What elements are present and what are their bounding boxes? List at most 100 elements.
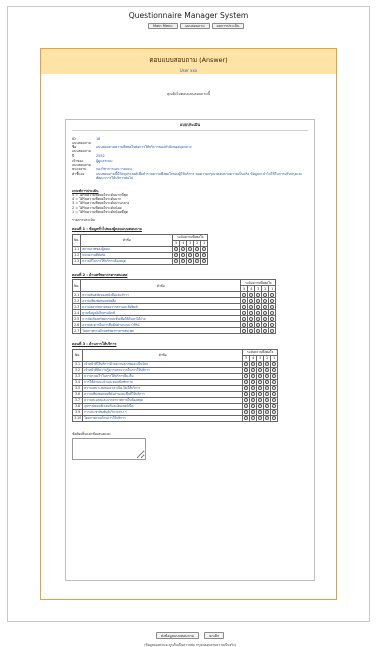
rating-radio[interactable]	[251, 362, 256, 367]
rating-radio[interactable]	[265, 392, 270, 397]
rating-radio[interactable]	[195, 253, 200, 258]
rating-radio[interactable]	[258, 416, 263, 421]
rating-radio[interactable]	[256, 292, 261, 297]
rating-radio[interactable]	[242, 328, 247, 333]
rating-radio[interactable]	[242, 310, 247, 315]
rating-radio[interactable]	[258, 398, 263, 403]
rating-radio[interactable]	[258, 368, 263, 373]
rating-radio[interactable]	[270, 328, 275, 333]
rating-radio[interactable]	[202, 259, 207, 264]
rating-radio[interactable]	[272, 404, 277, 409]
rating-radio[interactable]	[272, 374, 277, 379]
rating-radio[interactable]	[188, 259, 193, 264]
comment-textarea[interactable]	[72, 438, 146, 461]
rating-radio[interactable]	[272, 362, 277, 367]
rating-radio[interactable]	[251, 416, 256, 421]
rating-radio[interactable]	[202, 247, 207, 252]
rating-radio[interactable]	[272, 386, 277, 391]
nav-results-button[interactable]: ผลการประเมิน	[211, 23, 245, 29]
rating-radio[interactable]	[265, 386, 270, 391]
rating-radio[interactable]	[202, 253, 207, 258]
rating-radio[interactable]	[244, 410, 249, 415]
rating-radio[interactable]	[258, 374, 263, 379]
rating-radio[interactable]	[258, 380, 263, 385]
rating-radio[interactable]	[249, 304, 254, 309]
rating-radio[interactable]	[174, 247, 179, 252]
rating-radio[interactable]	[258, 362, 263, 367]
rating-radio[interactable]	[272, 380, 277, 385]
rating-radio[interactable]	[270, 298, 275, 303]
rating-radio[interactable]	[244, 380, 249, 385]
rating-radio[interactable]	[272, 392, 277, 397]
rating-radio[interactable]	[251, 410, 256, 415]
nav-questionnaire-button[interactable]: แบบสอบถาม	[179, 23, 210, 29]
rating-radio[interactable]	[251, 380, 256, 385]
rating-radio[interactable]	[251, 392, 256, 397]
rating-radio[interactable]	[249, 298, 254, 303]
rating-radio[interactable]	[258, 392, 263, 397]
rating-radio[interactable]	[174, 253, 179, 258]
rating-radio[interactable]	[244, 386, 249, 391]
rating-radio[interactable]	[242, 322, 247, 327]
rating-radio[interactable]	[249, 328, 254, 333]
rating-radio[interactable]	[251, 398, 256, 403]
rating-radio[interactable]	[188, 253, 193, 258]
rating-radio[interactable]	[272, 368, 277, 373]
rating-radio[interactable]	[270, 310, 275, 315]
rating-radio[interactable]	[251, 374, 256, 379]
rating-radio[interactable]	[181, 247, 186, 252]
rating-radio[interactable]	[242, 292, 247, 297]
rating-radio[interactable]	[265, 368, 270, 373]
rating-radio[interactable]	[258, 410, 263, 415]
rating-radio[interactable]	[263, 328, 268, 333]
rating-radio[interactable]	[263, 310, 268, 315]
rating-radio[interactable]	[181, 253, 186, 258]
rating-radio[interactable]	[265, 398, 270, 403]
rating-radio[interactable]	[263, 292, 268, 297]
rating-radio[interactable]	[249, 316, 254, 321]
rating-radio[interactable]	[263, 316, 268, 321]
rating-radio[interactable]	[249, 322, 254, 327]
rating-radio[interactable]	[258, 386, 263, 391]
rating-radio[interactable]	[263, 304, 268, 309]
rating-radio[interactable]	[251, 386, 256, 391]
rating-radio[interactable]	[195, 259, 200, 264]
rating-radio[interactable]	[272, 416, 277, 421]
rating-radio[interactable]	[256, 316, 261, 321]
rating-radio[interactable]	[249, 310, 254, 315]
rating-radio[interactable]	[244, 368, 249, 373]
nav-main-menu-button[interactable]: Main Menu	[148, 23, 178, 29]
rating-radio[interactable]	[244, 392, 249, 397]
rating-radio[interactable]	[256, 298, 261, 303]
rating-radio[interactable]	[244, 362, 249, 367]
rating-radio[interactable]	[244, 398, 249, 403]
rating-radio[interactable]	[195, 247, 200, 252]
rating-radio[interactable]	[256, 322, 261, 327]
rating-radio[interactable]	[242, 316, 247, 321]
rating-radio[interactable]	[265, 416, 270, 421]
rating-radio[interactable]	[181, 259, 186, 264]
rating-radio[interactable]	[244, 374, 249, 379]
rating-radio[interactable]	[251, 404, 256, 409]
rating-radio[interactable]	[265, 404, 270, 409]
rating-radio[interactable]	[265, 374, 270, 379]
rating-radio[interactable]	[272, 398, 277, 403]
rating-radio[interactable]	[265, 362, 270, 367]
rating-radio[interactable]	[244, 404, 249, 409]
rating-radio[interactable]	[242, 304, 247, 309]
rating-radio[interactable]	[265, 410, 270, 415]
rating-radio[interactable]	[270, 292, 275, 297]
rating-radio[interactable]	[265, 380, 270, 385]
rating-radio[interactable]	[270, 322, 275, 327]
rating-radio[interactable]	[270, 316, 275, 321]
cancel-button[interactable]: ยกเลิก	[204, 632, 225, 639]
rating-radio[interactable]	[272, 410, 277, 415]
rating-radio[interactable]	[174, 259, 179, 264]
rating-radio[interactable]	[270, 304, 275, 309]
rating-radio[interactable]	[263, 322, 268, 327]
rating-radio[interactable]	[249, 292, 254, 297]
rating-radio[interactable]	[244, 416, 249, 421]
rating-radio[interactable]	[251, 368, 256, 373]
rating-radio[interactable]	[263, 298, 268, 303]
rating-radio[interactable]	[242, 298, 247, 303]
